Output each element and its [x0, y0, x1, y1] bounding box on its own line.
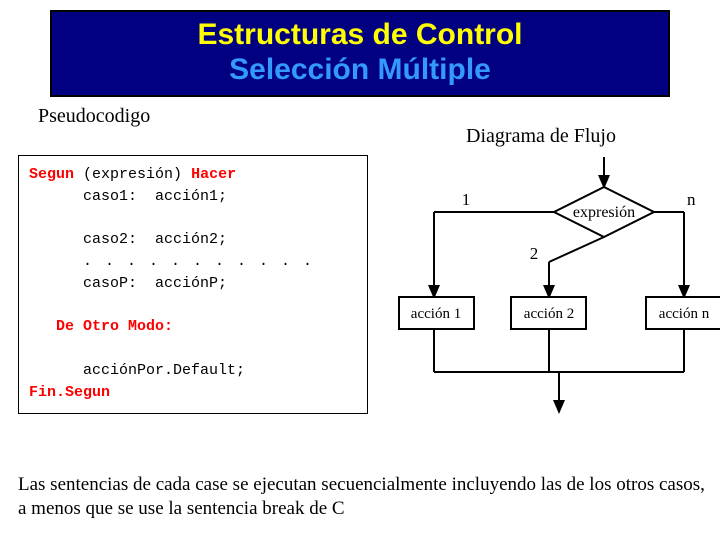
content-area: Segun (expresión) Hacer caso1: acción1; …	[14, 137, 706, 447]
caseP-action: acciónP;	[155, 275, 227, 292]
caseP-label: casoP:	[83, 275, 137, 292]
kw-end: Fin.Segun	[29, 384, 110, 401]
kw-segun: Segun	[29, 166, 74, 183]
flowchart-svg: expresión 1 2 n acción 1 acción 2 acción…	[394, 157, 720, 447]
case1-label: caso1:	[83, 188, 137, 205]
decision-label: expresión	[573, 204, 635, 221]
kw-default: De Otro Modo:	[56, 318, 173, 335]
title-line-1: Estructuras de Control	[60, 18, 660, 53]
slide-root: Estructuras de Control Selección Múltipl…	[0, 0, 720, 540]
case1-action: acción1;	[155, 188, 227, 205]
pseudocode-box: Segun (expresión) Hacer caso1: acción1; …	[18, 155, 368, 414]
action1-label: acción 1	[411, 306, 461, 322]
title-box: Estructuras de Control Selección Múltipl…	[50, 10, 670, 97]
case2-label: caso2:	[83, 231, 137, 248]
section-headers: Pseudocodigo Diagrama de Flujo	[14, 105, 706, 133]
pseudocode-header: Pseudocodigo	[38, 105, 150, 128]
ellipsis: . . . . . . . . . . .	[83, 253, 314, 270]
branchN-label: n	[687, 190, 696, 209]
actionN-label: acción n	[659, 306, 710, 322]
kw-hacer: Hacer	[191, 166, 236, 183]
action2-label: acción 2	[524, 306, 574, 322]
default-action: acciónPor.Default;	[83, 362, 245, 379]
footnote-text: Las sentencias de cada case se ejecutan …	[18, 473, 706, 522]
title-line-2: Selección Múltiple	[60, 53, 660, 88]
code-expr: (expresión)	[83, 166, 182, 183]
branch1-label: 1	[462, 190, 471, 209]
case2-action: acción2;	[155, 231, 227, 248]
branch2-label: 2	[530, 244, 539, 263]
